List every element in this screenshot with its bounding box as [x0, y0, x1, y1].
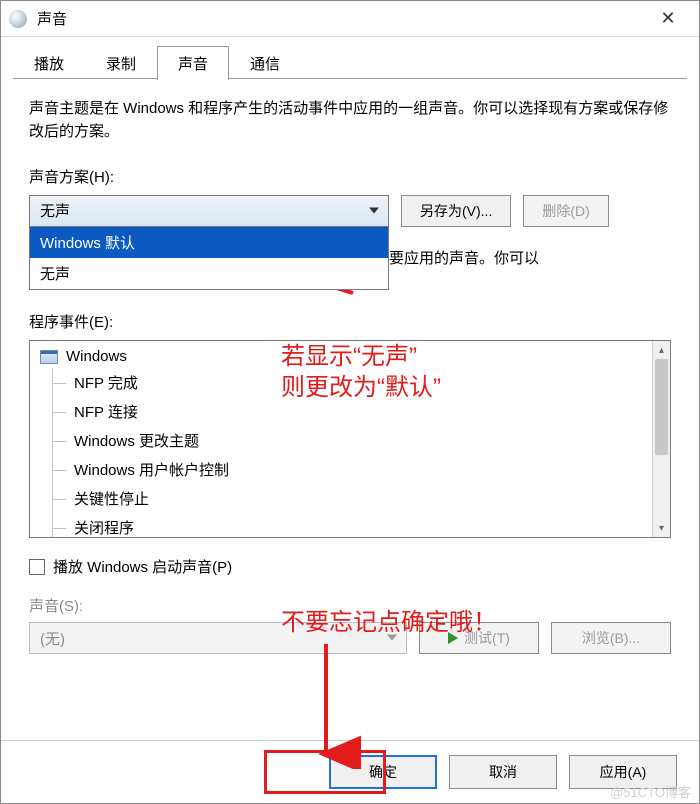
scroll-up-icon[interactable]: ▴: [653, 341, 670, 359]
tree-item[interactable]: Windows 更改主题: [34, 426, 670, 455]
description-text: 声音主题是在 Windows 和程序产生的活动事件中应用的一组声音。你可以选择现…: [29, 97, 671, 144]
tab-panel-sounds: 声音主题是在 Windows 和程序产生的活动事件中应用的一组声音。你可以选择现…: [1, 79, 699, 740]
annotation-text-1: 若显示“无声”则更改为“默认”: [281, 341, 441, 403]
titlebar: 声音 ✕: [1, 1, 699, 37]
tree-item[interactable]: Windows 用户帐户控制: [34, 455, 670, 484]
sound-app-icon: [9, 10, 27, 28]
close-icon: ✕: [660, 8, 675, 29]
watermark: @51CTO博客: [610, 782, 691, 801]
window-title: 声音: [37, 8, 645, 29]
tab-playback[interactable]: 播放: [13, 46, 85, 80]
cancel-button[interactable]: 取消: [449, 755, 557, 789]
tab-bar: 播放 录制 声音 通信: [1, 37, 699, 79]
close-button[interactable]: ✕: [645, 1, 691, 36]
scroll-thumb[interactable]: [655, 359, 668, 455]
tree-item[interactable]: 关键性停止: [34, 484, 670, 513]
scroll-down-icon[interactable]: ▾: [653, 519, 670, 537]
scheme-selected-value: 无声: [40, 200, 70, 221]
scheme-option-default[interactable]: Windows 默认: [30, 227, 388, 258]
delete-button: 删除(D): [523, 195, 608, 227]
chevron-down-icon: [368, 202, 380, 219]
scheme-label: 声音方案(H):: [29, 166, 671, 187]
tab-communications[interactable]: 通信: [229, 46, 301, 80]
tab-recording[interactable]: 录制: [85, 46, 157, 80]
scheme-option-silent[interactable]: 无声: [30, 258, 388, 289]
sound-scheme-dropdown[interactable]: 无声 Windows 默认 无声: [29, 195, 389, 227]
window-icon: [40, 350, 58, 364]
annotation-text-2: 不要忘记点确定哦！: [281, 607, 497, 638]
program-events-label: 程序事件(E):: [29, 311, 671, 332]
play-startup-sound-label: 播放 Windows 启动声音(P): [53, 556, 232, 577]
tab-sounds[interactable]: 声音: [157, 46, 229, 80]
dialog-footer: 确定 取消 应用(A): [1, 740, 699, 803]
browse-button: 浏览(B)...: [551, 622, 671, 654]
tree-item[interactable]: 关闭程序: [34, 513, 670, 537]
sound-current-value: (无): [40, 628, 65, 649]
save-as-button[interactable]: 另存为(V)...: [401, 195, 511, 227]
tree-scrollbar[interactable]: ▴ ▾: [652, 341, 670, 537]
scheme-option-list: Windows 默认 无声: [29, 226, 389, 290]
play-startup-sound-checkbox[interactable]: [29, 559, 45, 575]
ok-button[interactable]: 确定: [329, 755, 437, 789]
